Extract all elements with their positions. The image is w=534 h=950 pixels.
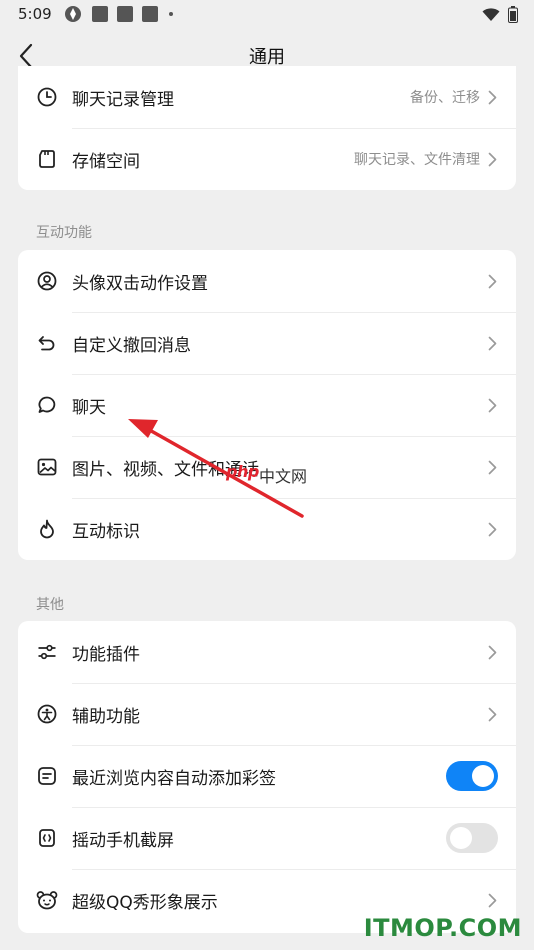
row-label: 自定义撤回消息	[72, 335, 191, 356]
other-card: 功能插件 辅助功能 最近浏览内容自动添加彩签 摇动手机截屏 超级QQ秀形象展示	[18, 621, 516, 933]
chat-history-row[interactable]: 聊天记录管理 备份、迁移	[18, 66, 516, 128]
notification-icon	[91, 6, 108, 22]
row-label: 聊天	[72, 397, 106, 418]
sliders-icon	[36, 641, 58, 663]
avatar-icon	[36, 270, 58, 292]
row-label: 功能插件	[72, 644, 140, 665]
note-icon	[36, 765, 58, 787]
chevron-right-icon	[486, 335, 498, 351]
chevron-right-icon	[486, 892, 498, 908]
auto-tag-toggle[interactable]	[446, 761, 498, 791]
chevron-right-icon	[486, 151, 498, 167]
chat-row[interactable]: 聊天	[18, 374, 516, 436]
row-label: 存储空间	[72, 151, 140, 172]
shake-screenshot-toggle[interactable]	[446, 823, 498, 853]
chevron-right-icon	[486, 459, 498, 475]
row-label: 摇动手机截屏	[72, 830, 174, 851]
accessibility-icon	[36, 703, 58, 725]
accessibility-row[interactable]: 辅助功能	[18, 683, 516, 745]
row-label: 最近浏览内容自动添加彩签	[72, 768, 276, 789]
app-notification-icon	[64, 5, 82, 23]
wifi-icon	[482, 7, 500, 26]
clock-icon	[36, 86, 58, 108]
row-label: 互动标识	[72, 521, 140, 542]
watermark-cn: 中文网	[259, 467, 308, 486]
shake-screenshot-row: 摇动手机截屏	[18, 807, 516, 869]
row-label: 聊天记录管理	[72, 89, 174, 110]
undo-icon	[36, 332, 58, 354]
image-icon	[36, 456, 58, 478]
row-label: 头像双击动作设置	[72, 273, 208, 294]
status-bar: 5:09	[0, 0, 534, 28]
interaction-badge-row[interactable]: 互动标识	[18, 498, 516, 560]
row-value: 聊天记录、文件清理	[354, 152, 480, 168]
chevron-right-icon	[486, 706, 498, 722]
notification-icon	[141, 6, 158, 22]
interactive-card: 头像双击动作设置 自定义撤回消息 聊天 图片、视频、文件和通话 互动标识	[18, 250, 516, 560]
auto-tag-row: 最近浏览内容自动添加彩签	[18, 745, 516, 807]
battery-icon	[508, 6, 518, 27]
chevron-right-icon	[486, 273, 498, 289]
notification-icon	[116, 6, 133, 22]
more-notifications-icon	[168, 12, 173, 16]
chevron-right-icon	[486, 89, 498, 105]
storage-card: 聊天记录管理 备份、迁移 存储空间 聊天记录、文件清理	[18, 66, 516, 190]
row-label: 辅助功能	[72, 706, 140, 727]
chat-bubble-icon	[36, 394, 58, 416]
chevron-right-icon	[486, 644, 498, 660]
avatar-double-tap-row[interactable]: 头像双击动作设置	[18, 250, 516, 312]
toggle-knob	[472, 765, 494, 787]
chevron-right-icon	[486, 521, 498, 537]
status-time: 5:09	[18, 5, 52, 23]
storage-row[interactable]: 存储空间 聊天记录、文件清理	[18, 128, 516, 190]
toggle-knob	[450, 827, 472, 849]
brand-watermark: ITMOP.COM	[363, 914, 522, 942]
watermark-php: php	[226, 462, 259, 481]
chevron-right-icon	[486, 397, 498, 413]
shake-phone-icon	[36, 827, 58, 849]
plugins-row[interactable]: 功能插件	[18, 621, 516, 683]
flame-icon	[36, 518, 58, 540]
row-value: 备份、迁移	[410, 90, 480, 106]
section-title-other: 其他	[36, 597, 64, 613]
storage-card-icon	[36, 148, 58, 170]
section-title-interactive: 互动功能	[36, 225, 92, 241]
custom-recall-row[interactable]: 自定义撤回消息	[18, 312, 516, 374]
row-label: 超级QQ秀形象展示	[72, 892, 218, 913]
bear-face-icon	[36, 889, 58, 911]
